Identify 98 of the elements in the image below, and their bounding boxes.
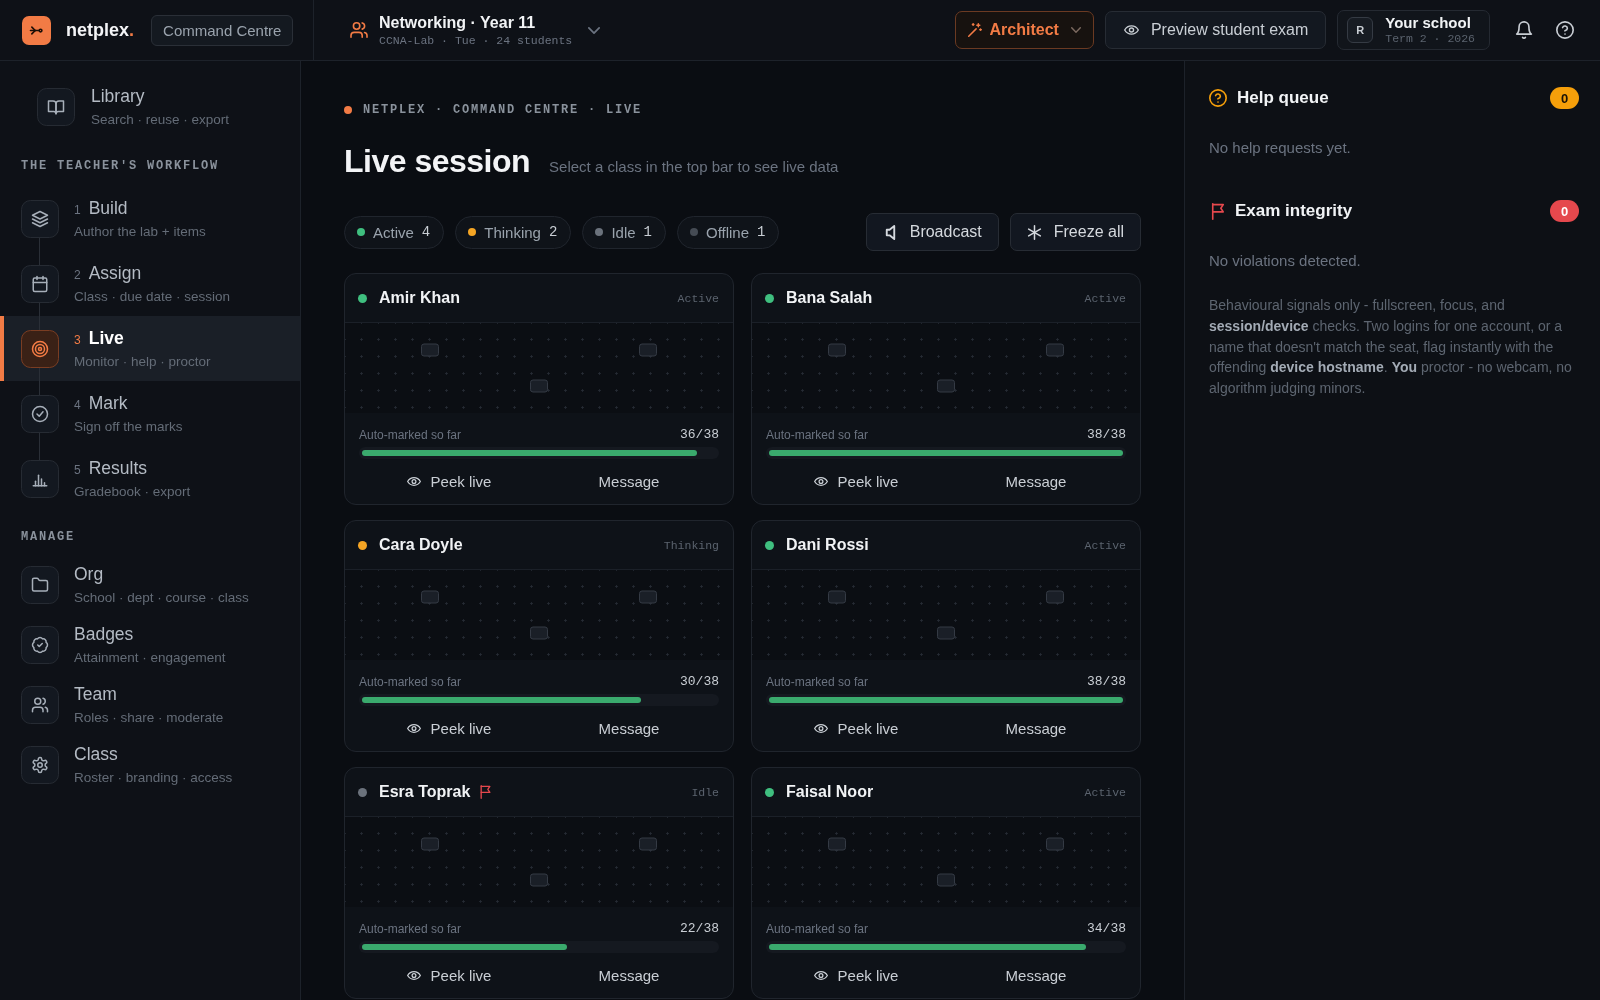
student-status: Active [1084,538,1126,552]
badge-check-icon [21,626,59,664]
peek-live-button[interactable]: Peek live [398,468,500,494]
status-filter[interactable]: Thinking 2 [455,215,572,249]
nav-item[interactable]: 3 Live Monitor · help · proctor [0,316,300,381]
nav-item[interactable]: 5 Results Gradebook · export [0,446,300,511]
status-filter[interactable]: Offline 1 [676,215,780,249]
status-filter[interactable]: Active 4 [344,215,445,249]
status-filter[interactable]: Idle 1 [582,215,666,249]
brand-wordmark: netplex. [66,19,135,41]
asterisk-icon [1026,224,1042,240]
school-selector[interactable]: R Your school Term 2 · 2026 [1337,10,1490,50]
logo-icon [22,15,51,45]
peek-live-button[interactable]: Peek live [398,962,500,988]
score-text: 36/38 [680,427,719,442]
bell-icon[interactable] [1515,21,1533,39]
message-button[interactable]: Message [997,962,1075,988]
student-name: Amir Khan [379,289,460,307]
score-text: 38/38 [1087,674,1126,689]
nav-item[interactable]: 1 Build Author the lab + items [0,186,300,251]
book-icon [37,88,75,126]
nav-item[interactable]: Class Roster · branding · access [0,735,300,795]
breadcrumb: NETPLEX · COMMAND CENTRE · LIVE [363,103,643,117]
peek-live-button[interactable]: Peek live [805,962,907,988]
student-name: Dani Rossi [786,536,869,554]
nav-item[interactable]: 2 Assign Class · due date · session [0,251,300,316]
section-heading: MANAGE [21,530,75,544]
student-status: Active [1084,785,1126,799]
nav-item[interactable]: Badges Attainment · engagement [0,615,300,675]
target-icon [21,329,59,368]
layers-icon [21,199,59,238]
student-status: Idle [691,785,719,799]
page-title: Live session [344,142,531,181]
student-status: Active [677,291,719,305]
help-icon [1209,89,1227,107]
settings-icon [21,746,59,784]
progress-label: Auto-marked so far [359,921,462,936]
eye-icon [813,476,828,486]
nav-item[interactable]: 4 Mark Sign off the marks [0,381,300,446]
count-badge: 0 [1550,87,1579,109]
student-name: Faisal Noor [786,783,874,801]
nav-item[interactable]: Library Search · reuse · export [0,88,300,126]
flag-icon [1211,202,1225,220]
message-button[interactable]: Message [997,468,1075,494]
section-title: Exam integrity [1235,201,1353,221]
eye-icon [1123,25,1139,35]
empty-message: No violations detected. [1209,252,1361,270]
section-heading: THE TEACHER'S WORKFLOW [21,159,220,173]
class-selector[interactable]: Networking · Year 11 CCNA-Lab · Tue · 24 students [350,12,601,48]
magic-wand-icon [967,23,982,37]
score-text: 38/38 [1087,427,1126,442]
nav-item[interactable]: Org School · dept · course · class [0,555,300,615]
page-subtitle: Select a class in the top bar to see live data [549,158,839,175]
eye-icon [406,476,421,486]
broadcast-button[interactable]: Broadcast [865,213,999,251]
count-badge: 0 [1550,200,1579,222]
message-button[interactable]: Message [997,715,1075,741]
student-name: Bana Salah [786,289,873,307]
student-status: Active [1084,291,1126,305]
score-text: 34/38 [1087,921,1126,936]
live-dot-icon [344,106,352,114]
student-name: Esra Toprak [379,783,471,801]
progress-label: Auto-marked so far [766,674,869,689]
empty-message: No help requests yet. [1209,139,1351,157]
progress-label: Auto-marked so far [359,427,462,442]
users-icon [350,22,368,38]
progress-label: Auto-marked so far [766,427,869,442]
freeze-all-button[interactable]: Freeze all [1009,213,1141,251]
peek-live-button[interactable]: Peek live [398,715,500,741]
peek-live-button[interactable]: Peek live [805,715,907,741]
bar-chart-icon [21,459,59,498]
preview-exam-button[interactable]: Preview student exam [1104,11,1327,49]
student-status: Thinking [663,538,719,552]
role-button[interactable]: Architect [954,11,1094,49]
calendar-icon [21,264,59,303]
integrity-note: Behavioural signals only - fullscreen, focus, and session/device checks. Two logins for one account, or a name that doesn't match the seat, flag instantly with the offending device hostname. You proctor - no webcam, no algorithm judging minors. [1209,296,1573,399]
eye-icon [813,970,828,980]
eye-icon [813,723,828,733]
help-icon[interactable] [1556,21,1574,39]
peek-live-button[interactable]: Peek live [805,468,907,494]
folder-icon [21,566,59,604]
users-icon [21,686,59,724]
score-text: 22/38 [680,921,719,936]
message-button[interactable]: Message [590,962,668,988]
student-name: Cara Doyle [379,536,463,554]
eye-icon [406,723,421,733]
score-text: 30/38 [680,674,719,689]
nav-item[interactable]: Team Roles · share · moderate [0,675,300,735]
chevron-down-icon [588,26,601,34]
eye-icon [406,970,421,980]
chevron-down-icon [1070,27,1081,33]
section-label: Command Centre [151,14,294,46]
message-button[interactable]: Message [590,468,668,494]
progress-label: Auto-marked so far [359,674,462,689]
message-button[interactable]: Message [590,715,668,741]
progress-label: Auto-marked so far [766,921,869,936]
section-title: Help queue [1237,88,1329,108]
school-avatar: R [1347,17,1374,43]
